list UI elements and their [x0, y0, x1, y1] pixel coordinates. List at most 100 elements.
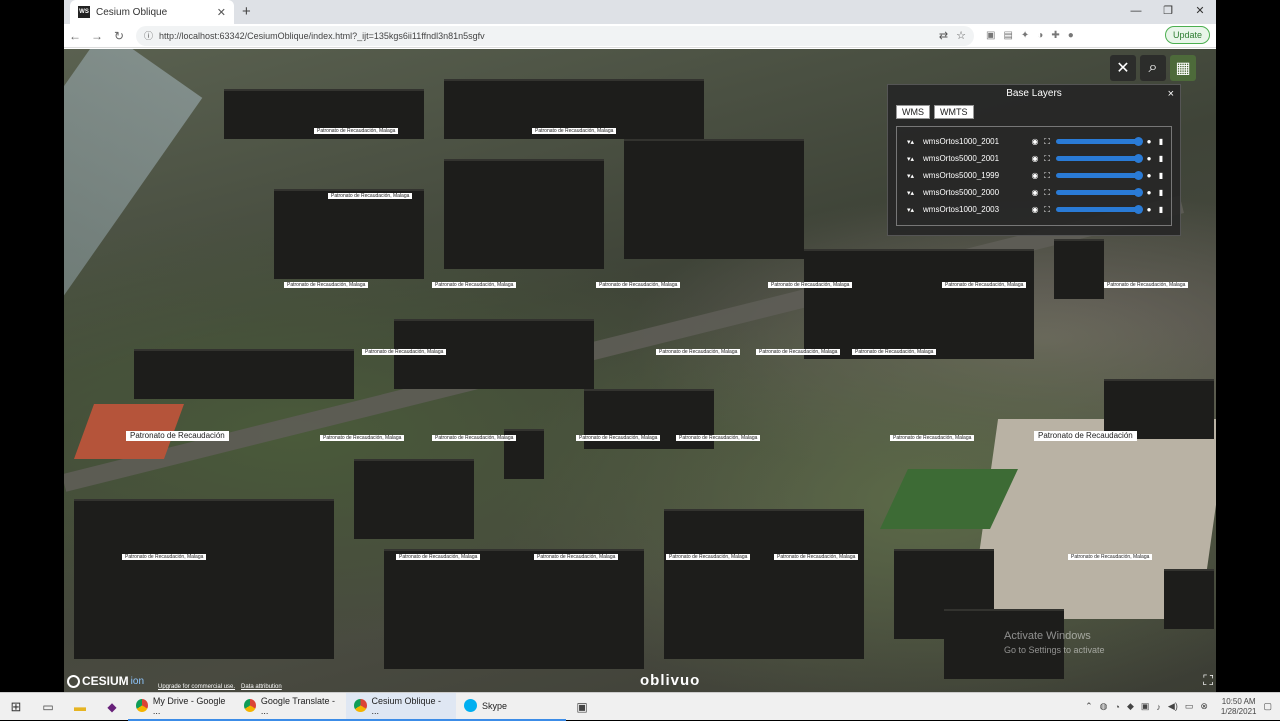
info-icon[interactable]: ⓘ [144, 29, 153, 42]
search-icon[interactable]: ⌕ [1140, 55, 1166, 81]
base-layer-picker-icon[interactable]: ▦ [1170, 55, 1196, 81]
visual-studio-icon[interactable]: ◆ [96, 700, 128, 714]
data-attribution-link[interactable]: Data attribution [241, 684, 282, 690]
building[interactable] [624, 139, 804, 259]
building[interactable] [664, 509, 864, 659]
trash-icon[interactable]: ▮ [1155, 188, 1167, 197]
minimize-icon[interactable]: — [1120, 0, 1152, 24]
zoom-to-icon[interactable]: ⛶ [1041, 188, 1053, 198]
cesium-ion-logo[interactable]: CESIUM ion [67, 674, 144, 688]
address-bar[interactable]: ⓘ http://localhost:63342/CesiumOblique/i… [136, 25, 974, 46]
webstorm-icon: WS [78, 6, 90, 18]
close-tools-icon[interactable]: ✕ [1110, 55, 1136, 81]
building[interactable] [444, 159, 604, 269]
url-text: http://localhost:63342/CesiumOblique/ind… [159, 30, 485, 41]
new-tab-button[interactable]: + [242, 3, 251, 20]
file-explorer-icon[interactable]: ▬ [64, 700, 96, 714]
update-button[interactable]: Update [1164, 26, 1210, 44]
building-label: Patronato de Recaudación, Malaga [1068, 554, 1153, 560]
tab-wms[interactable]: WMS [896, 105, 930, 119]
taskbar-app-label: Skype [482, 700, 508, 711]
task-view-icon[interactable]: ▭ [32, 700, 64, 714]
visibility-eye-icon[interactable]: ◉ [1029, 154, 1041, 163]
info-icon[interactable]: ● [1143, 188, 1155, 197]
building[interactable] [134, 349, 354, 399]
taskbar-app-google-translate[interactable]: Google Translate - ... [236, 693, 346, 721]
trash-icon[interactable]: ▮ [1155, 205, 1167, 214]
building[interactable] [804, 249, 1034, 359]
extension-icon[interactable]: ▤ [1003, 30, 1012, 41]
opacity-slider[interactable] [1056, 171, 1143, 180]
tray-app-icon[interactable]: ◆ [1127, 701, 1134, 712]
tray-app-icon[interactable]: ◍ [1100, 701, 1108, 712]
building[interactable] [1164, 569, 1214, 629]
move-arrows-icon[interactable]: ▾▴ [907, 138, 923, 146]
translate-icon[interactable]: ⇄ [939, 29, 948, 42]
trash-icon[interactable]: ▮ [1155, 154, 1167, 163]
taskbar-app-cesium-oblique[interactable]: Cesium Oblique - ... [346, 692, 456, 721]
zoom-to-icon[interactable]: ⛶ [1041, 154, 1053, 164]
move-arrows-icon[interactable]: ▾▴ [907, 206, 923, 214]
zoom-to-icon[interactable]: ⛶ [1041, 171, 1053, 181]
opacity-slider[interactable] [1056, 205, 1143, 214]
close-window-icon[interactable]: ✕ [1184, 0, 1216, 24]
extension-icon[interactable]: ✦ [1021, 30, 1029, 41]
close-panel-icon[interactable]: × [1168, 88, 1174, 100]
building[interactable] [1104, 379, 1214, 439]
tab-cesium-oblique[interactable]: WS Cesium Oblique ✕ [70, 0, 234, 24]
zoom-to-icon[interactable]: ⛶ [1041, 137, 1053, 147]
building[interactable] [1054, 239, 1104, 299]
notification-icon[interactable]: ▢ [1263, 701, 1272, 712]
opacity-slider[interactable] [1056, 154, 1143, 163]
forward-icon[interactable]: → [86, 29, 108, 43]
profile-avatar[interactable]: ● [1068, 30, 1074, 41]
volume-icon[interactable]: ◀) [1168, 701, 1178, 712]
building[interactable] [384, 549, 644, 669]
visibility-eye-icon[interactable]: ◉ [1029, 188, 1041, 197]
info-icon[interactable]: ● [1143, 154, 1155, 163]
tray-app-icon[interactable]: ⊗ [1200, 701, 1208, 712]
network-icon[interactable]: ▭ [1185, 701, 1194, 712]
microphone-icon[interactable]: ♪ [1156, 702, 1161, 712]
building[interactable] [354, 459, 474, 539]
chevron-up-icon[interactable]: ⌃ [1085, 701, 1093, 712]
visibility-eye-icon[interactable]: ◉ [1029, 137, 1041, 146]
bookmark-star-icon[interactable]: ☆ [956, 29, 966, 42]
webstorm-icon[interactable]: ▣ [566, 700, 598, 714]
move-arrows-icon[interactable]: ▾▴ [907, 155, 923, 163]
windows-start-icon[interactable]: ⊞ [0, 699, 32, 715]
back-icon[interactable]: ← [64, 29, 86, 43]
tab-wmts[interactable]: WMTS [934, 105, 974, 119]
trash-icon[interactable]: ▮ [1155, 171, 1167, 180]
opacity-slider[interactable] [1056, 137, 1143, 146]
trash-icon[interactable]: ▮ [1155, 137, 1167, 146]
restore-icon[interactable]: ❐ [1152, 0, 1184, 24]
building[interactable] [74, 499, 334, 659]
close-tab-icon[interactable]: ✕ [217, 6, 226, 19]
move-arrows-icon[interactable]: ▾▴ [907, 189, 923, 197]
tray-app-icon[interactable]: ◔ [1115, 702, 1120, 712]
zoom-to-icon[interactable]: ⛶ [1041, 205, 1053, 215]
clock[interactable]: 10:50 AM 1/28/2021 [1221, 697, 1257, 717]
skype-icon [464, 699, 477, 712]
fullscreen-icon[interactable]: ⛶ [1203, 672, 1213, 689]
building[interactable] [274, 189, 424, 279]
extension-icon[interactable]: ◑ [1037, 30, 1043, 41]
puzzle-icon[interactable]: ✚ [1051, 30, 1059, 41]
extension-icon[interactable]: ▣ [986, 30, 995, 41]
info-icon[interactable]: ● [1143, 137, 1155, 146]
info-icon[interactable]: ● [1143, 205, 1155, 214]
visibility-eye-icon[interactable]: ◉ [1029, 171, 1041, 180]
reload-icon[interactable]: ↻ [108, 29, 130, 43]
taskbar-app-label: My Drive - Google ... [152, 695, 226, 716]
cesium-toolbar: ✕ ⌕ ▦ [1110, 55, 1196, 81]
cesium-viewer[interactable]: Patronato de Recaudación, Malaga Patrona… [64, 49, 1216, 692]
move-arrows-icon[interactable]: ▾▴ [907, 172, 923, 180]
info-icon[interactable]: ● [1143, 171, 1155, 180]
visibility-eye-icon[interactable]: ◉ [1029, 205, 1041, 214]
taskbar-app-skype[interactable]: Skype [456, 693, 566, 721]
opacity-slider[interactable] [1056, 188, 1143, 197]
upgrade-link[interactable]: Upgrade for commercial use. [158, 684, 235, 690]
tray-app-icon[interactable]: ▣ [1141, 701, 1150, 712]
taskbar-app-my-drive[interactable]: My Drive - Google ... [128, 693, 236, 721]
